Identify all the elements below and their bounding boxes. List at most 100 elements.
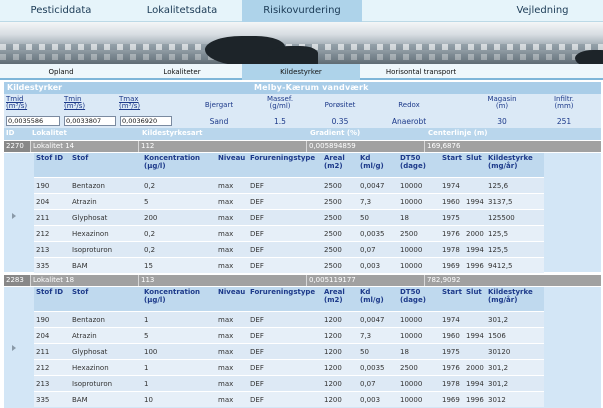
location-id: 2270 [6,142,24,150]
cell-slut [464,177,486,193]
banner-image [0,22,603,64]
tab-pesticiddata[interactable]: Pesticiddata [0,0,122,22]
table-row[interactable]: 213 Isoproturon 1 max DEF 1200 0,07 10000 1978 19… [34,375,544,391]
cell-koncentration: 1 [142,311,216,327]
table-row[interactable]: 212 Hexazinon 1 max DEF 1200 0,0035 2500 1976 200… [34,359,544,375]
bjergart-value: Sand [209,117,229,126]
th-slut: Slut [464,153,486,177]
th-forureningstype: Forureningstype [248,153,322,177]
cell-kd: 0,003 [358,257,398,273]
cell-kildestyrke: 3137,5 [486,193,544,209]
cell-kd: 0,0047 [358,311,398,327]
table-row[interactable]: 190 Bentazon 0,2 max DEF 2500 0,0047 10000 1974 1… [34,177,544,193]
cell-niveau: max [216,359,248,375]
cell-forureningstype: DEF [248,193,322,209]
location-row[interactable]: 2283 Lokalitet 18 113 0,005119177 782,90… [4,275,601,286]
cell-stof-id: 212 [34,359,70,375]
tmax-input[interactable] [120,116,172,126]
magasin-label: Magasin (m) [487,95,517,110]
table-row[interactable]: 335 BAM 10 max DEF 1200 0,003 10000 1969 1996 3012 [34,391,544,407]
col-id: ID [6,129,15,137]
table-row[interactable]: 213 Isoproturon 0,2 max DEF 2500 0,07 10000 1978… [34,241,544,257]
th-stof: Stof [70,287,142,311]
cell-stof: Atrazin [70,193,142,209]
cell-koncentration: 0,2 [142,177,216,193]
tmid-label: Tmid (m³/s) [6,95,28,110]
cell-areal: 2500 [322,257,358,273]
table-row[interactable]: 204 Atrazin 5 max DEF 2500 7,3 10000 1960 1994 313… [34,193,544,209]
cell-kildestyrke: 301,2 [486,311,544,327]
location-id: 2283 [6,276,24,284]
cell-forureningstype: DEF [248,241,322,257]
cell-stof: Glyphosat [70,209,142,225]
th-koncentration: Koncentration (µg/l) [142,153,216,177]
cell-areal: 1200 [322,359,358,375]
tab-risikovurdering[interactable]: Risikovurdering [242,0,362,22]
tmid-input[interactable] [6,116,60,126]
cell-koncentration: 5 [142,193,216,209]
cell-slut: 2000 [464,359,486,375]
tab-lokalitetsdata[interactable]: Lokalitetsdata [122,0,242,22]
cell-kildestyrke: 301,2 [486,359,544,375]
cell-areal: 1200 [322,391,358,407]
cell-kd: 0,0035 [358,359,398,375]
expand-arrow-icon[interactable] [12,345,16,351]
expand-arrow-icon[interactable] [12,213,16,219]
th-areal: Areal (m2) [322,153,358,177]
cell-stof: Atrazin [70,327,142,343]
cell-areal: 1200 [322,375,358,391]
cell-dt50: 10000 [398,193,440,209]
cell-dt50: 10000 [398,375,440,391]
cell-stof-id: 335 [34,257,70,273]
table-row[interactable]: 212 Hexazinon 0,2 max DEF 2500 0,0035 2500 1976 2… [34,225,544,241]
cell-koncentration: 0,2 [142,225,216,241]
cell-forureningstype: DEF [248,359,322,375]
th-dt50: DT50 (dage) [398,153,440,177]
cell-niveau: max [216,257,248,273]
cell-slut: 1994 [464,375,486,391]
cell-stof: Bentazon [70,311,142,327]
cell-areal: 2500 [322,209,358,225]
cell-kildestyrke: 30120 [486,343,544,359]
cell-start: 1976 [440,225,464,241]
cell-start: 1974 [440,177,464,193]
table-row[interactable]: 211 Glyphosat 100 max DEF 1200 50 18 1975 30120 [34,343,544,359]
cell-dt50: 10000 [398,327,440,343]
cell-stof-id: 211 [34,209,70,225]
subtab-kildestyrker[interactable]: Kildestyrker [242,64,360,80]
location-name: Lokalitet 14 [30,141,138,152]
cell-stof: Isoproturon [70,241,142,257]
subtab-horisontal-transport[interactable]: Horisontal transport [360,64,482,80]
location-row[interactable]: 2270 Lokalitet 14 112 0,005894859 169,68… [4,141,601,152]
cell-niveau: max [216,311,248,327]
cell-start: 1969 [440,391,464,407]
tab-vejledning[interactable]: Vejledning [482,0,603,22]
cell-koncentration: 1 [142,375,216,391]
cell-start: 1960 [440,193,464,209]
subtab-opland[interactable]: Opland [0,64,122,80]
cell-slut [464,209,486,225]
massef-value: 1.5 [274,117,286,126]
table-row[interactable]: 211 Glyphosat 200 max DEF 2500 50 18 1975 125500 [34,209,544,225]
cell-dt50: 10000 [398,177,440,193]
cell-kd: 0,07 [358,375,398,391]
cell-dt50: 18 [398,209,440,225]
cell-niveau: max [216,177,248,193]
tmin-input[interactable] [64,116,116,126]
table-row[interactable]: 190 Bentazon 1 max DEF 1200 0,0047 10000 1974 301… [34,311,544,327]
table-row[interactable]: 204 Atrazin 5 max DEF 1200 7,3 10000 1960 1994 150… [34,327,544,343]
tmin-label: Tmin (m³/s) [64,95,86,110]
th-kd: Kd (ml/g) [358,287,398,311]
cell-kildestyrke: 125,5 [486,225,544,241]
cell-kd: 0,0047 [358,177,398,193]
subtab-lokaliteter[interactable]: Lokaliteter [122,64,242,80]
stof-panel: Stof ID Stof Koncentration (µg/l) Niveau… [4,287,601,408]
cell-koncentration: 200 [142,209,216,225]
cell-stof: BAM [70,391,142,407]
cell-niveau: max [216,343,248,359]
table-row[interactable]: 335 BAM 15 max DEF 2500 0,003 10000 1969 1996 9412… [34,257,544,273]
th-slut: Slut [464,287,486,311]
cell-dt50: 2500 [398,225,440,241]
cell-forureningstype: DEF [248,391,322,407]
cell-start: 1976 [440,359,464,375]
